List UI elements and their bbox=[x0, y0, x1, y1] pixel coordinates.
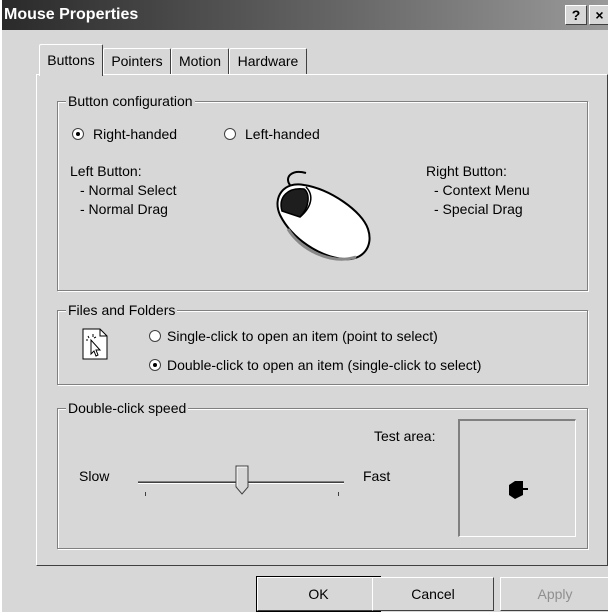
slider-tick bbox=[145, 492, 146, 496]
right-handed-label[interactable]: Right-handed bbox=[93, 125, 177, 143]
slow-label: Slow bbox=[79, 468, 110, 484]
button-configuration-label: Button configuration bbox=[66, 92, 195, 110]
files-and-folders-label: Files and Folders bbox=[66, 301, 178, 319]
tab-pointers[interactable]: Pointers bbox=[103, 48, 171, 74]
tab-buttons[interactable]: Buttons bbox=[39, 44, 103, 76]
help-button[interactable]: ? bbox=[565, 5, 587, 25]
test-area-label: Test area: bbox=[374, 428, 436, 444]
double-click-radio[interactable] bbox=[149, 359, 161, 371]
single-click-radio[interactable] bbox=[149, 330, 161, 342]
tab-motion[interactable]: Motion bbox=[171, 48, 229, 74]
close-button[interactable]: × bbox=[589, 5, 608, 25]
double-click-speed-label: Double-click speed bbox=[66, 399, 189, 417]
tab-hardware[interactable]: Hardware bbox=[229, 48, 307, 74]
mouse-properties-window: Mouse Properties ? × Buttons Pointers Mo… bbox=[0, 0, 608, 612]
ok-button[interactable]: OK bbox=[256, 576, 381, 612]
document-pointer-icon bbox=[82, 328, 108, 360]
slider-tick bbox=[338, 492, 339, 496]
right-button-title: Right Button: bbox=[426, 163, 507, 179]
left-button-action: - Normal Drag bbox=[80, 201, 168, 217]
fast-label: Fast bbox=[363, 468, 391, 484]
left-button-action: - Normal Select bbox=[80, 182, 177, 198]
double-click-speed-slider-thumb[interactable] bbox=[235, 465, 249, 495]
left-handed-radio[interactable] bbox=[224, 128, 236, 140]
double-click-label[interactable]: Double-click to open an item (single-cli… bbox=[167, 356, 481, 374]
single-click-label[interactable]: Single-click to open an item (point to s… bbox=[167, 327, 438, 345]
right-button-action: - Context Menu bbox=[434, 182, 530, 198]
mouse-illustration-icon bbox=[276, 171, 371, 261]
right-button-action: - Special Drag bbox=[434, 201, 523, 217]
left-handed-label[interactable]: Left-handed bbox=[245, 125, 320, 143]
jack-in-the-box-icon bbox=[509, 481, 528, 499]
cancel-button[interactable]: Cancel bbox=[372, 577, 494, 611]
apply-button[interactable]: Apply bbox=[500, 577, 608, 611]
title-bar[interactable]: Mouse Properties ? × bbox=[2, 0, 608, 30]
window-title: Mouse Properties bbox=[4, 6, 139, 23]
left-button-title: Left Button: bbox=[70, 163, 142, 179]
right-handed-radio[interactable] bbox=[72, 128, 84, 140]
test-area[interactable] bbox=[458, 419, 576, 537]
